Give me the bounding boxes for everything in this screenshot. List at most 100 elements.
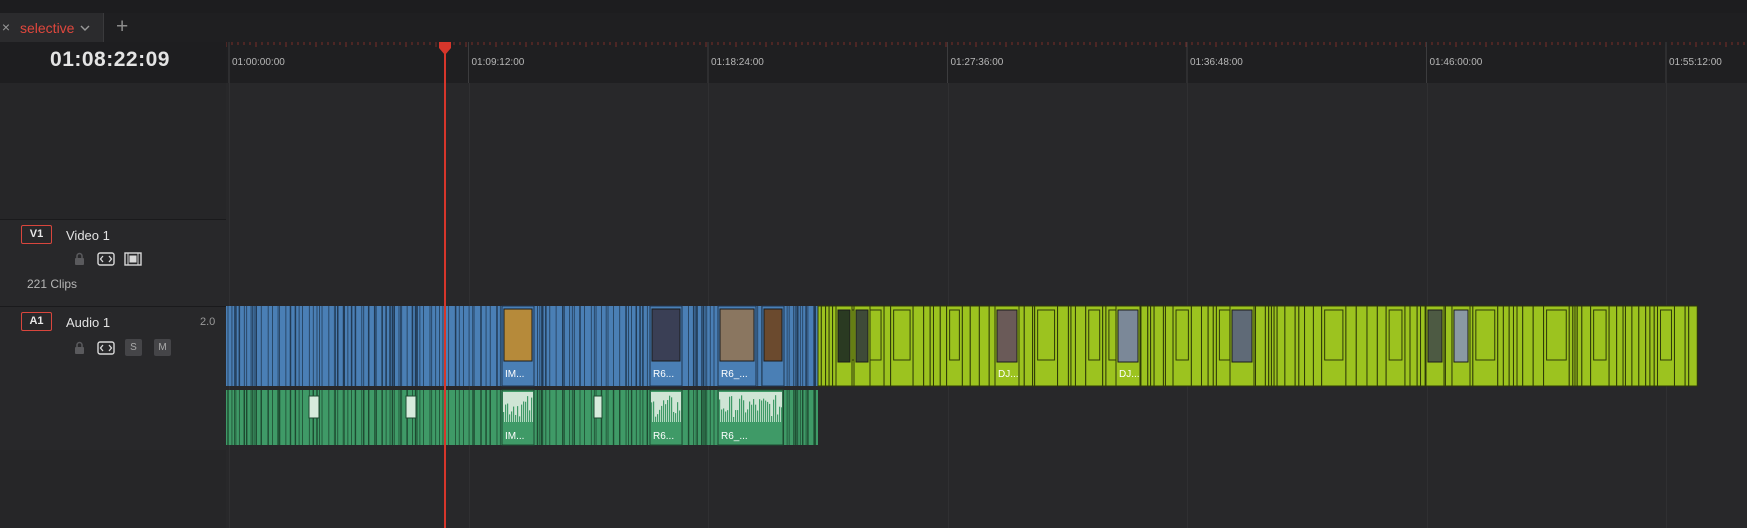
video-clip <box>1164 305 1174 387</box>
video-clip <box>1532 305 1545 387</box>
clip-thumbnail <box>837 309 851 363</box>
audio-waveform-bar <box>505 404 507 422</box>
audio-clip-label: R6_... <box>721 431 748 442</box>
ruler-label: 01:18:24:00 <box>711 57 764 68</box>
video-clip <box>1631 305 1640 387</box>
video-clip <box>1508 305 1514 387</box>
track-name[interactable]: Audio 1 <box>66 315 110 330</box>
ruler-label: 01:00:00:00 <box>232 57 285 68</box>
video-clip <box>1624 305 1633 387</box>
timeline-tab-label[interactable]: selective <box>20 20 74 36</box>
video-clip <box>1444 305 1453 387</box>
video-clip <box>1298 305 1306 387</box>
film-icon[interactable] <box>124 252 142 266</box>
video-clip <box>1200 305 1209 387</box>
audio-waveform-bar <box>521 404 523 422</box>
video-clip <box>1516 305 1524 387</box>
track-id-badge[interactable]: A1 <box>21 312 52 331</box>
timeline-ruler[interactable]: 01:00:00:00 01:09:12:00 01:18:24:00 01:27:3… <box>226 42 1747 84</box>
clip-thumbnail <box>1427 309 1443 363</box>
track-id-badge[interactable]: V1 <box>21 225 52 244</box>
clip-inner-frame <box>1218 309 1231 361</box>
video-clip <box>1649 305 1655 387</box>
clip-inner-frame <box>1475 309 1496 361</box>
ruler-label: 01:46:00:00 <box>1429 57 1483 68</box>
chevron-down-icon[interactable] <box>80 23 90 33</box>
track-name[interactable]: Video 1 <box>66 228 110 243</box>
clip-inner-frame <box>1037 309 1056 361</box>
video-clip <box>1497 305 1504 387</box>
video-clip <box>1312 305 1323 387</box>
close-icon[interactable]: × <box>0 19 12 35</box>
video-clip <box>1190 305 1202 387</box>
audio-waveform-bg <box>405 395 417 419</box>
solo-button[interactable]: S <box>125 339 142 356</box>
lock-icon[interactable] <box>70 252 88 266</box>
audio-waveform-bar <box>653 401 655 422</box>
auto-select-icon[interactable] <box>97 341 115 355</box>
video-clip-label: R6_... <box>721 369 748 380</box>
audio-waveform-bar <box>515 414 517 422</box>
audio-waveform-bar <box>523 401 525 422</box>
plus-icon[interactable]: + <box>116 16 128 38</box>
video-clip <box>1207 305 1214 387</box>
audio-waveform-bar <box>735 410 737 422</box>
video-clip <box>1023 305 1034 387</box>
video-clip <box>1150 305 1155 387</box>
video-clip-label: DJ... <box>1119 369 1140 380</box>
video-clip <box>817 305 822 387</box>
video-clip <box>1404 305 1411 387</box>
audio-waveform-bar <box>729 396 731 422</box>
audio-waveform-bar <box>509 414 511 422</box>
audio-clip-label: IM... <box>505 431 525 442</box>
lock-icon[interactable] <box>70 341 88 355</box>
audio-waveform-bar <box>503 412 505 422</box>
clip-inner-frame <box>1088 309 1101 361</box>
playhead[interactable] <box>444 42 446 528</box>
ruler-label: 01:27:36:00 <box>950 57 1004 68</box>
video-clip <box>1673 305 1686 387</box>
video-clip <box>1502 305 1510 387</box>
video-track-header[interactable]: V1 Video 1 221 Clips <box>0 219 226 308</box>
video-clip <box>1255 305 1266 387</box>
clip-inner-frame <box>1660 309 1672 361</box>
audio-waveform-bar <box>661 405 663 422</box>
clip-inner-frame <box>1546 309 1567 361</box>
mute-button[interactable]: M <box>154 339 171 356</box>
audio-waveform-bar <box>775 395 777 422</box>
timeline-tab[interactable]: × selective <box>0 13 104 42</box>
audio-waveform-bar <box>767 401 769 422</box>
video-clip <box>828 305 834 387</box>
video-clip <box>1409 305 1418 387</box>
clip-thumbnail <box>763 308 783 362</box>
audio-waveform-bar <box>507 403 509 422</box>
audio-waveform-bar <box>737 410 739 422</box>
playhead-marker-icon[interactable] <box>437 42 453 56</box>
audio-waveform-bg <box>308 395 320 419</box>
clip-thumbnail <box>719 308 755 362</box>
ruler-label: 01:55:12:00 <box>1669 57 1722 68</box>
video-clip-label: R6... <box>653 369 675 380</box>
video-clip <box>961 305 971 387</box>
video-clip <box>1376 305 1387 387</box>
video-clip <box>923 305 931 387</box>
audio-waveform-bar <box>747 409 749 422</box>
video-clip <box>1070 305 1076 387</box>
audio-waveform-bar <box>527 396 529 422</box>
audio-waveform-bar <box>723 408 725 422</box>
audio-waveform-bar <box>721 409 723 422</box>
audio-waveform-bar <box>733 416 735 422</box>
current-timecode[interactable]: 01:08:22:09 <box>0 48 220 72</box>
audio-waveform-bar <box>741 395 743 422</box>
timeline-track-area[interactable]: IM... R6... R6_... IM... R6... R6_... DJ... DJ.… <box>226 83 1747 528</box>
video-clip <box>1616 305 1624 387</box>
audio-waveform-bar <box>727 410 729 422</box>
video-clip <box>1057 305 1069 387</box>
audio-track-header[interactable]: A1 Audio 1 2.0 S M <box>0 306 226 450</box>
top-menu-strip <box>0 0 1747 14</box>
audio-waveform-bg <box>719 392 782 422</box>
video-clip <box>1576 305 1583 387</box>
video-clip <box>1638 305 1647 387</box>
auto-select-icon[interactable] <box>97 252 115 266</box>
channel-format: 2.0 <box>200 316 216 328</box>
